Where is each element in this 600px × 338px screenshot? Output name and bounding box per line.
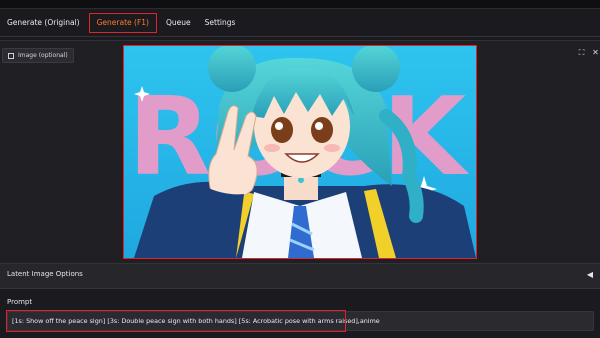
uploaded-image[interactable]: ROCK [123, 45, 477, 259]
prompt-value: [1s: Show off the peace sign] [3s: Doubl… [12, 317, 380, 325]
tab-bar: Generate (Original) Generate (F1) Queue … [0, 10, 600, 37]
triangle-left-icon[interactable]: ◀ [587, 270, 593, 279]
top-strip [0, 0, 600, 9]
close-icon[interactable]: ✕ [590, 47, 600, 58]
image-optional-label: Image (optional) [2, 48, 74, 63]
image-icon [8, 52, 14, 59]
image-label-text: Image (optional) [18, 52, 68, 59]
latent-image-options-bar[interactable]: Latent Image Options ◀ [0, 263, 600, 289]
app-window: Generate (Original) Generate (F1) Queue … [0, 0, 600, 338]
expand-icon[interactable]: ⛶ [576, 47, 587, 58]
anime-girl-illustration: ROCK [124, 46, 476, 258]
latent-image-options-label: Latent Image Options [7, 270, 83, 278]
tab-queue[interactable]: Queue [159, 14, 198, 32]
tab-generate-f1[interactable]: Generate (F1) [88, 13, 157, 33]
image-input-panel: Image (optional) ⛶ ✕ ROCK [0, 40, 600, 264]
prompt-label: Prompt [7, 298, 33, 306]
tab-settings[interactable]: Settings [198, 14, 243, 32]
tab-generate-original[interactable]: Generate (Original) [0, 14, 87, 32]
